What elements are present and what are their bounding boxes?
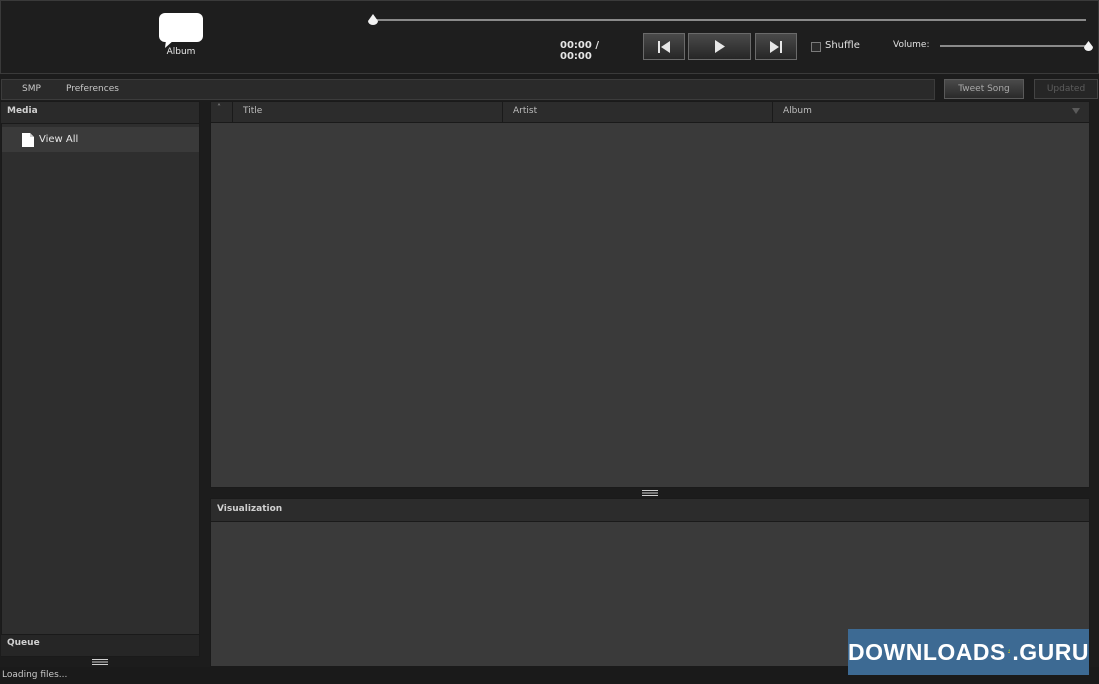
splitter-handle-icon[interactable] bbox=[642, 490, 658, 496]
column-divider[interactable] bbox=[502, 102, 503, 123]
time-readout: 00:00 / 00:00 bbox=[560, 40, 599, 62]
next-button[interactable] bbox=[755, 33, 797, 60]
tab-preferences[interactable]: Preferences bbox=[66, 84, 119, 94]
visualization-header bbox=[211, 499, 1089, 522]
play-button[interactable] bbox=[688, 33, 751, 60]
volume-label: Volume: bbox=[893, 40, 930, 50]
seek-knob[interactable] bbox=[368, 14, 378, 25]
shuffle-checkbox[interactable] bbox=[811, 42, 821, 52]
sort-indicator[interactable]: ˄ bbox=[217, 103, 221, 112]
album-art-bubble-icon[interactable] bbox=[158, 12, 204, 52]
tab-smp[interactable]: SMP bbox=[22, 84, 41, 94]
queue-title: Queue bbox=[7, 638, 40, 648]
visualization-title: Visualization bbox=[217, 504, 283, 514]
tweet-song-button[interactable]: Tweet Song bbox=[944, 79, 1024, 99]
column-menu-icon[interactable] bbox=[1072, 108, 1080, 114]
watermark-text-left: DOWNLOADS bbox=[848, 638, 1006, 665]
media-title: Media bbox=[7, 106, 38, 116]
sidebar-item-label[interactable]: View All bbox=[39, 134, 78, 145]
resize-handle-icon[interactable] bbox=[92, 659, 108, 665]
track-list[interactable] bbox=[210, 101, 1090, 488]
tab-bar bbox=[1, 79, 935, 100]
status-text: Loading files... bbox=[2, 670, 68, 680]
shuffle-label[interactable]: Shuffle bbox=[825, 40, 860, 51]
column-divider[interactable] bbox=[232, 102, 233, 123]
watermark-text-right: .GURU bbox=[1012, 638, 1089, 665]
download-arrow-icon bbox=[1007, 649, 1011, 653]
media-sidebar bbox=[1, 101, 200, 657]
column-divider[interactable] bbox=[772, 102, 773, 123]
updated-button[interactable]: Updated bbox=[1034, 79, 1098, 99]
next-icon bbox=[770, 40, 782, 53]
column-header-title[interactable]: Title bbox=[243, 106, 262, 116]
volume-knob[interactable] bbox=[1083, 41, 1093, 51]
column-header-artist[interactable]: Artist bbox=[513, 106, 537, 116]
album-label: Album bbox=[166, 47, 196, 57]
watermark-logo: DOWNLOADS .GURU bbox=[848, 629, 1089, 675]
volume-slider[interactable] bbox=[940, 45, 1088, 47]
previous-button[interactable] bbox=[643, 33, 685, 60]
track-list-header bbox=[211, 102, 1089, 123]
column-header-album[interactable]: Album bbox=[783, 106, 812, 116]
play-icon bbox=[714, 40, 725, 53]
seek-slider[interactable] bbox=[373, 19, 1086, 21]
previous-icon bbox=[658, 40, 670, 53]
file-icon bbox=[22, 133, 34, 147]
